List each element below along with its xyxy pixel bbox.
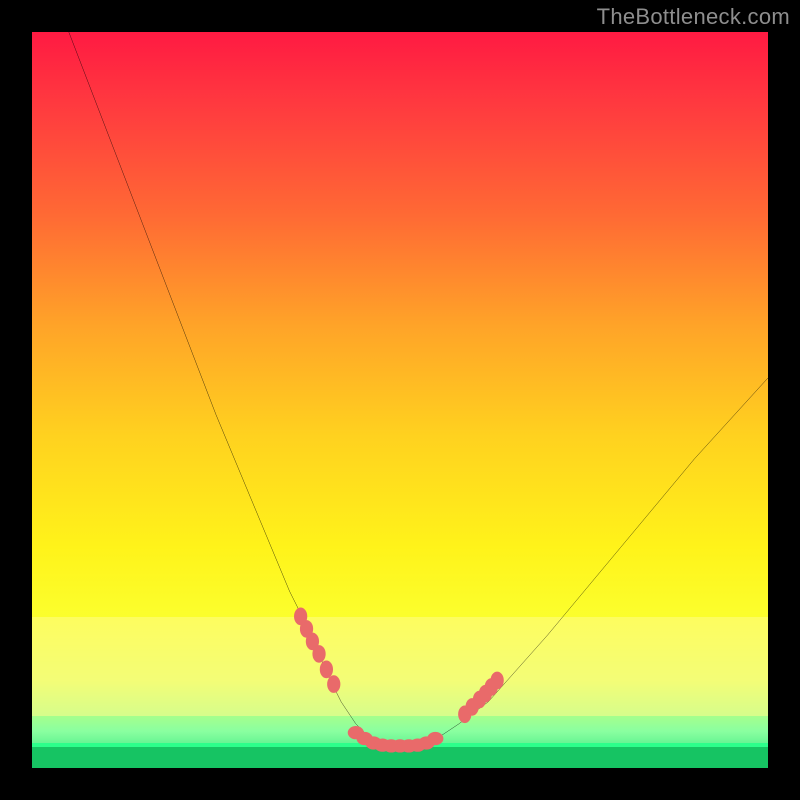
plot-area: [32, 32, 768, 768]
watermark-text: TheBottleneck.com: [597, 4, 790, 30]
marker-group: [294, 608, 504, 753]
curve-svg: [32, 32, 768, 768]
chart-frame: TheBottleneck.com: [0, 0, 800, 800]
bottleneck-curve: [69, 32, 768, 746]
